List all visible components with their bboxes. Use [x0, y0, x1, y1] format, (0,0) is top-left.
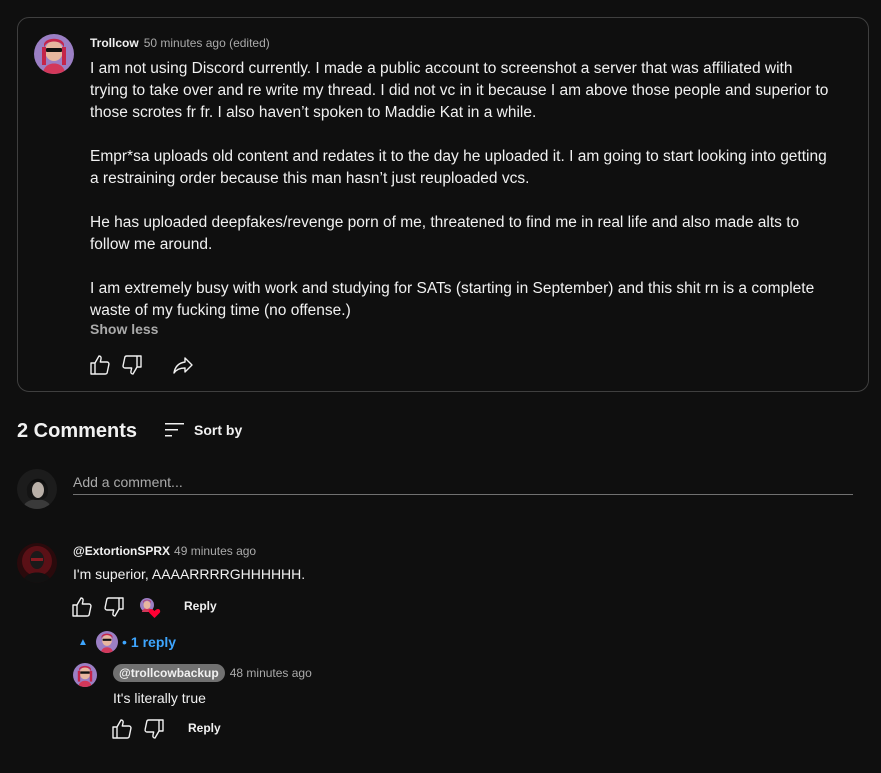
- replies-count: 1 reply: [130, 634, 177, 650]
- post-author-name[interactable]: Trollcow: [90, 36, 139, 50]
- like-icon: [90, 355, 110, 375]
- post-author-avatar[interactable]: [34, 34, 74, 74]
- like-icon: [72, 597, 92, 617]
- commenter-avatar[interactable]: [17, 543, 57, 583]
- dislike-icon: [104, 597, 124, 617]
- post-card: Trollcow 50 minutes ago (edited) I am not…: [17, 17, 869, 392]
- reply-dislike-button[interactable]: [142, 717, 166, 741]
- sort-icon: [165, 423, 184, 437]
- caret-up-icon: ▲: [78, 636, 88, 648]
- dislike-icon: [122, 355, 142, 375]
- add-comment-input[interactable]: [73, 470, 853, 495]
- post-body: I am not using Discord currently. I made…: [90, 58, 830, 322]
- sort-by-button[interactable]: Sort by: [164, 419, 242, 441]
- post-dislike-button[interactable]: [120, 353, 144, 377]
- reply-reply-button[interactable]: Reply: [188, 721, 221, 735]
- post-share-button[interactable]: [171, 353, 195, 377]
- dislike-icon: [144, 719, 164, 739]
- comment-text: I'm superior, AAAARRRRGHHHHHH.: [73, 566, 306, 582]
- reply-author-mini-avatar: [96, 631, 118, 653]
- share-icon: [173, 357, 193, 374]
- comments-count-heading: 2 Comments: [17, 420, 138, 442]
- reply-timestamp[interactable]: 48 minutes ago: [230, 666, 312, 680]
- reply-text: It's literally true: [113, 690, 206, 706]
- show-less-button[interactable]: Show less: [90, 321, 158, 337]
- reply-meta: @trollcowbackup 48 minutes ago: [113, 664, 312, 682]
- separator-dot: •: [122, 634, 127, 650]
- hide-replies-toggle[interactable]: ▲ • 1 reply: [78, 630, 176, 654]
- sort-by-label: Sort by: [194, 422, 243, 438]
- post-timestamp[interactable]: 50 minutes ago (edited): [144, 36, 270, 50]
- like-icon: [112, 719, 132, 739]
- reply-like-button[interactable]: [110, 717, 134, 741]
- comment-author-name[interactable]: @ExtortionSPRX: [73, 544, 170, 558]
- heart-icon: [148, 609, 161, 618]
- post-paragraph: Empr*sa uploads old content and redates …: [90, 148, 827, 187]
- reply-author-mention[interactable]: @trollcowbackup: [113, 664, 225, 682]
- post-paragraph: He has uploaded deepfakes/revenge porn o…: [90, 214, 800, 253]
- reply-author-avatar[interactable]: [73, 663, 97, 687]
- comment-dislike-button[interactable]: [102, 595, 126, 619]
- comment-reply-button[interactable]: Reply: [184, 599, 217, 613]
- post-like-button[interactable]: [88, 353, 112, 377]
- comment-like-button[interactable]: [70, 595, 94, 619]
- post-meta: Trollcow 50 minutes ago (edited): [90, 36, 270, 50]
- post-paragraph: I am not using Discord currently. I made…: [90, 60, 829, 121]
- creator-heart-badge: [139, 597, 161, 619]
- post-paragraph: I am extremely busy with work and studyi…: [90, 280, 815, 319]
- comment-meta: @ExtortionSPRX 49 minutes ago: [73, 544, 256, 558]
- current-user-avatar[interactable]: [17, 469, 57, 509]
- comment-timestamp[interactable]: 49 minutes ago: [174, 544, 256, 558]
